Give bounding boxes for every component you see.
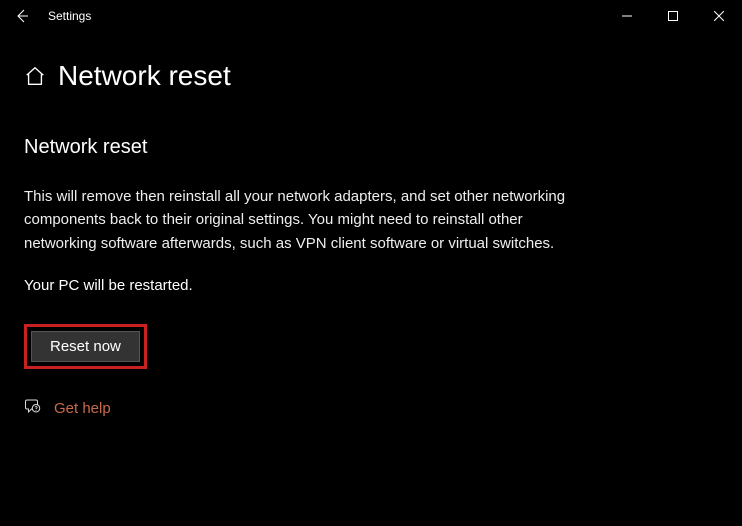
reset-button-highlight: Reset now <box>24 324 147 369</box>
help-row: Get help <box>24 397 718 420</box>
get-help-link[interactable]: Get help <box>54 400 111 417</box>
titlebar: Settings <box>0 0 742 32</box>
section-heading: Network reset <box>24 136 718 159</box>
content-area: Network reset Network reset This will re… <box>0 32 742 420</box>
back-button[interactable] <box>0 0 44 32</box>
maximize-icon <box>668 11 678 21</box>
home-icon <box>24 65 46 87</box>
minimize-icon <box>622 11 632 21</box>
body-description: This will remove then reinstall all your… <box>24 185 584 255</box>
close-button[interactable] <box>696 0 742 32</box>
restart-notice: Your PC will be restarted. <box>24 277 718 294</box>
maximize-button[interactable] <box>650 0 696 32</box>
help-chat-icon <box>24 397 42 420</box>
arrow-left-icon <box>14 8 30 24</box>
minimize-button[interactable] <box>604 0 650 32</box>
reset-now-button[interactable]: Reset now <box>31 331 140 362</box>
window-controls <box>604 0 742 32</box>
page-title: Network reset <box>58 60 231 92</box>
window-title: Settings <box>44 9 604 23</box>
close-icon <box>714 11 724 21</box>
page-header: Network reset <box>24 60 718 92</box>
